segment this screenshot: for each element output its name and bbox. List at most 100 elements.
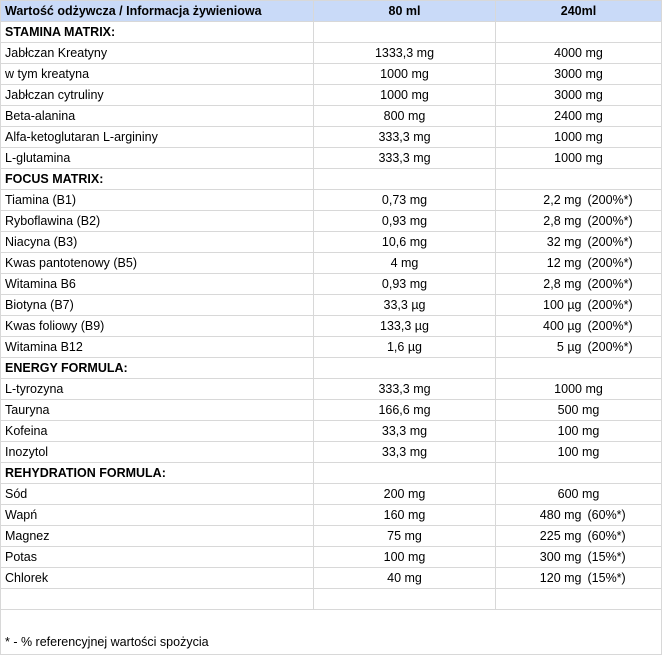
amount-240ml-cell: 100 mg [495,441,662,463]
amount-240ml: 1000 mg [554,151,603,165]
amount-80ml: 40 mg [313,567,496,589]
table-row: Tauryna 166,6 mg 500 mg [0,399,662,421]
ingredient-name: Wapń [0,504,314,526]
table-row: Chlorek 40 mg 120 mg (15%*) [0,567,662,589]
amount-80ml: 0,93 mg [313,273,496,295]
table-row: Inozytol 33,3 mg 100 mg [0,441,662,463]
rws-percent: (60%*) [587,508,626,522]
table-row: Tiamina (B1) 0,73 mg 2,2 mg (200%*) [0,189,662,211]
rws-percent: (200%*) [587,214,633,228]
header-80ml: 80 ml [313,0,496,22]
amount-240ml-cell: 1000 mg [495,378,662,400]
rws-percent: (200%*) [587,256,633,270]
amount-80ml: 200 mg [313,483,496,505]
amount-240ml: 480 mg [539,508,582,522]
amount-240ml-cell: 4000 mg [495,42,662,64]
amount-240ml: 5 µg [556,340,582,354]
amount-80ml: 0,73 mg [313,189,496,211]
section-title: ENERGY FORMULA: [0,357,314,379]
amount-240ml: 600 mg [557,487,600,501]
amount-80ml: 133,3 µg [313,315,496,337]
table-row: Witamina B6 0,93 mg 2,8 mg (200%*) [0,273,662,295]
amount-240ml-cell: 480 mg (60%*) [495,504,662,526]
amount-240ml: 400 µg [543,319,582,333]
amount-240ml-cell: 2400 mg [495,105,662,127]
amount-240ml-cell: 1000 mg [495,147,662,169]
amount-80ml: 160 mg [313,504,496,526]
amount-240ml-cell: 225 mg (60%*) [495,525,662,547]
table-footer: * - % referencyjnej wartości spożycia [0,588,662,655]
ingredient-name: Magnez [0,525,314,547]
footnote-row: * - % referencyjnej wartości spożycia [0,609,662,655]
ingredient-name: Potas [0,546,314,568]
amount-240ml-cell: 12 mg (200%*) [495,252,662,274]
amount-80ml: 75 mg [313,525,496,547]
ingredient-name: Chlorek [0,567,314,589]
header-row: Wartość odżywcza / Informacja żywieniowa… [0,0,662,22]
table-row: Potas 100 mg 300 mg (15%*) [0,546,662,568]
ingredient-name: L-glutamina [0,147,314,169]
amount-240ml: 4000 mg [554,46,603,60]
ingredient-name: Jabłczan Kreatyny [0,42,314,64]
amount-80ml: 333,3 mg [313,126,496,148]
section-header-row: ENERGY FORMULA: [0,357,662,379]
section-header-row: FOCUS MATRIX: [0,168,662,190]
amount-240ml-cell: 300 mg (15%*) [495,546,662,568]
amount-240ml: 120 mg [539,571,582,585]
table-row: Sód 200 mg 600 mg [0,483,662,505]
amount-240ml: 2,8 mg [543,214,582,228]
amount-80ml: 4 mg [313,252,496,274]
amount-240ml: 32 mg [546,235,582,249]
ingredient-name: w tym kreatyna [0,63,314,85]
rws-percent: (200%*) [587,277,633,291]
ingredient-name: Inozytol [0,441,314,463]
amount-80ml: 333,3 mg [313,147,496,169]
ingredient-name: Sód [0,483,314,505]
amount-80ml: 100 mg [313,546,496,568]
rws-percent: (15%*) [587,571,626,585]
amount-80ml: 333,3 mg [313,378,496,400]
amount-80ml: 0,93 mg [313,210,496,232]
table-row: Kwas foliowy (B9) 133,3 µg 400 µg (200%*) [0,315,662,337]
amount-240ml-cell: 2,2 mg (200%*) [495,189,662,211]
amount-240ml-cell: 100 mg [495,420,662,442]
table-row: w tym kreatyna 1000 mg 3000 mg [0,63,662,85]
amount-240ml: 100 mg [557,445,600,459]
table-row: Jabłczan Kreatyny 1333,3 mg 4000 mg [0,42,662,64]
table-row: Niacyna (B3) 10,6 mg 32 mg (200%*) [0,231,662,253]
amount-240ml-cell: 3000 mg [495,84,662,106]
rws-percent: (200%*) [587,298,633,312]
rws-percent: (60%*) [587,529,626,543]
amount-80ml: 800 mg [313,105,496,127]
amount-240ml-cell: 100 µg (200%*) [495,294,662,316]
amount-240ml-cell: 32 mg (200%*) [495,231,662,253]
ingredient-name: Jabłczan cytruliny [0,84,314,106]
section-header-row: REHYDRATION FORMULA: [0,462,662,484]
table-row: Ryboflawina (B2) 0,93 mg 2,8 mg (200%*) [0,210,662,232]
section-title: FOCUS MATRIX: [0,168,314,190]
amount-240ml-cell: 2,8 mg (200%*) [495,210,662,232]
nutrition-table: Wartość odżywcza / Informacja żywieniowa… [0,0,662,655]
ingredient-name: Alfa-ketoglutaran L-argininy [0,126,314,148]
amount-240ml: 225 mg [539,529,582,543]
ingredient-name: L-tyrozyna [0,378,314,400]
table-row: Wapń 160 mg 480 mg (60%*) [0,504,662,526]
amount-240ml: 500 mg [557,403,600,417]
amount-240ml: 2400 mg [554,109,603,123]
amount-240ml: 1000 mg [554,382,603,396]
rws-percent: (200%*) [587,319,633,333]
amount-80ml: 1333,3 mg [313,42,496,64]
rws-percent: (200%*) [587,193,633,207]
amount-240ml: 2,8 mg [543,277,582,291]
rws-percent: (200%*) [587,340,633,354]
amount-80ml: 33,3 µg [313,294,496,316]
amount-240ml-cell: 600 mg [495,483,662,505]
blank-row [0,588,662,610]
amount-240ml-cell: 500 mg [495,399,662,421]
table-body: STAMINA MATRIX: Jabłczan Kreatyny 1333,3 m… [0,21,662,589]
amount-240ml-cell: 5 µg (200%*) [495,336,662,358]
ingredient-name: Niacyna (B3) [0,231,314,253]
header-nutrient: Wartość odżywcza / Informacja żywieniowa [0,0,314,22]
amount-240ml-cell: 3000 mg [495,63,662,85]
amount-240ml: 12 mg [546,256,582,270]
